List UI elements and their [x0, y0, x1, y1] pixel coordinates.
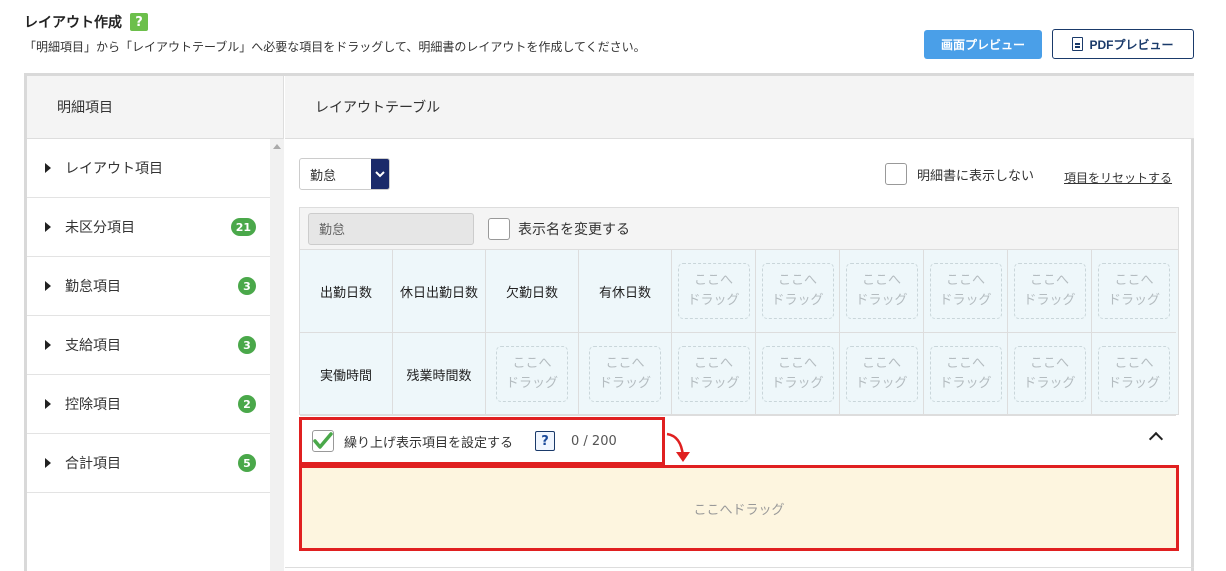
count-badge: 5	[238, 454, 256, 472]
drop-target[interactable]: ここへ ドラッグ	[761, 263, 834, 319]
table-cell-empty: ここへ ドラッグ	[486, 333, 579, 416]
sidebar-item-label: 未区分項目	[65, 220, 135, 236]
count-badge: 2	[238, 395, 256, 413]
drop-target[interactable]: ここへ ドラッグ	[677, 346, 750, 402]
category-select[interactable]: 勤怠	[299, 158, 390, 190]
table-cell-empty: ここへ ドラッグ	[1092, 333, 1176, 416]
drop-target[interactable]: ここへ ドラッグ	[845, 346, 918, 402]
caret-right-icon	[45, 163, 51, 173]
drop-target[interactable]: ここへ ドラッグ	[845, 263, 918, 319]
table-cell-empty: ここへ ドラッグ	[672, 250, 756, 333]
sidebar-item[interactable]: レイアウト項目	[27, 139, 270, 198]
screen-preview-button[interactable]: 画面プレビュー	[924, 30, 1042, 59]
pdf-preview-button[interactable]: PDFプレビュー	[1052, 29, 1194, 59]
count-badge: 21	[230, 218, 256, 236]
help-icon[interactable]: ?	[535, 431, 556, 451]
category-select-value: 勤怠	[310, 168, 337, 184]
sidebar-item-label: 支給項目	[65, 338, 121, 354]
layout-grid: 出勤日数 休日出勤日数 欠勤日数 有休日数 ここへ ドラッグ ここへ ドラッグ ここへ ドラ…	[300, 250, 1178, 416]
table-cell: 実働時間	[300, 333, 393, 416]
detail-items-list: レイアウト項目 未区分項目 21 勤怠項目 3 支給項目 3 控除項目 2 合計項目 5	[27, 139, 283, 493]
table-cell-empty: ここへ ドラッグ	[840, 333, 924, 416]
rename-toggle[interactable]: 表示名を変更する	[488, 217, 630, 240]
table-cell-empty: ここへ ドラッグ	[579, 333, 672, 416]
layout-table-heading: レイアウトテーブル	[285, 76, 1194, 139]
table-cell: 有休日数	[579, 250, 672, 333]
sidebar-item[interactable]: 勤怠項目 3	[27, 257, 270, 316]
page-description: 「明細項目」から「レイアウトテーブル」へ必要な項目をドラッグして、明細書のレイア…	[24, 40, 646, 54]
collapse-chevron-up-icon[interactable]	[1148, 431, 1164, 447]
sidebar-item-label: 控除項目	[65, 397, 121, 413]
page-title: レイアウト作成	[24, 15, 122, 31]
caret-right-icon	[45, 281, 51, 291]
caret-right-icon	[45, 458, 51, 468]
layout-table: 勤怠 表示名を変更する 出勤日数 休日出勤日数 欠勤日数 有休日数 ここへ ドラッグ ここ…	[299, 207, 1179, 416]
pointer-arrow-icon	[666, 432, 690, 462]
drop-target[interactable]: ここへ ドラッグ	[929, 346, 1002, 402]
sidebar-item[interactable]: 未区分項目 21	[27, 198, 270, 257]
scrollbar[interactable]	[270, 139, 284, 571]
table-cell-empty: ここへ ドラッグ	[840, 250, 924, 333]
drop-target[interactable]: ここへ ドラッグ	[761, 346, 834, 402]
table-cell-empty: ここへ ドラッグ	[1008, 333, 1092, 416]
divider	[285, 567, 1194, 568]
help-icon[interactable]: ?	[130, 13, 148, 31]
table-cell: 休日出勤日数	[393, 250, 486, 333]
drop-target[interactable]: ここへ ドラッグ	[1013, 346, 1086, 402]
roundup-label: 繰り上げ表示項目を設定する	[344, 435, 514, 451]
roundup-count: 0 / 200	[571, 433, 617, 449]
check-icon	[313, 432, 333, 449]
hide-on-statement-toggle[interactable]: 明細書に表示しない	[885, 163, 1034, 185]
table-cell: 出勤日数	[300, 250, 393, 333]
hide-label: 明細書に表示しない	[917, 168, 1035, 184]
drop-target[interactable]: ここへ ドラッグ	[1098, 263, 1170, 319]
drop-target[interactable]: ここへ ドラッグ	[589, 346, 661, 402]
sidebar-item[interactable]: 支給項目 3	[27, 316, 270, 375]
caret-right-icon	[45, 222, 51, 232]
table-cell-empty: ここへ ドラッグ	[924, 250, 1008, 333]
rename-checkbox[interactable]	[488, 217, 510, 240]
drop-target[interactable]: ここへ ドラッグ	[496, 346, 568, 402]
roundup-dropzone[interactable]: ここへドラッグ	[299, 465, 1179, 551]
hide-checkbox[interactable]	[885, 163, 907, 185]
table-header-row: 勤怠 表示名を変更する	[300, 208, 1178, 250]
count-badge: 3	[238, 336, 256, 354]
document-icon	[1072, 37, 1084, 51]
caret-right-icon	[45, 399, 51, 409]
drop-target[interactable]: ここへ ドラッグ	[929, 263, 1002, 319]
table-cell: 欠勤日数	[486, 250, 579, 333]
rename-label: 表示名を変更する	[518, 221, 630, 238]
display-name-field[interactable]: 勤怠	[308, 212, 474, 245]
table-cell-empty: ここへ ドラッグ	[672, 333, 756, 416]
sidebar-item-label: 勤怠項目	[65, 279, 121, 295]
detail-items-heading: 明細項目	[27, 76, 283, 139]
layout-editor: 明細項目 レイアウト項目 未区分項目 21 勤怠項目 3 支給項目 3 控除項目 2 合計項目 5 …	[24, 73, 1194, 571]
sidebar-item[interactable]: 控除項目 2	[27, 375, 270, 434]
sidebar-item-label: 合計項目	[65, 456, 121, 472]
table-cell: 残業時間数	[393, 333, 486, 416]
pdf-preview-label: PDFプレビュー	[1089, 37, 1174, 52]
drop-target[interactable]: ここへ ドラッグ	[1098, 346, 1170, 402]
drop-target[interactable]: ここへ ドラッグ	[1013, 263, 1086, 319]
table-cell-empty: ここへ ドラッグ	[924, 333, 1008, 416]
sidebar-item[interactable]: 合計項目 5	[27, 434, 270, 493]
roundup-checkbox[interactable]	[312, 430, 334, 452]
sidebar-item-label: レイアウト項目	[65, 161, 163, 177]
caret-right-icon	[45, 340, 51, 350]
layout-table-panel: レイアウトテーブル 勤怠 明細書に表示しない 項目をリセットする 勤怠 表示名を…	[285, 76, 1194, 571]
table-cell-empty: ここへ ドラッグ	[1092, 250, 1176, 333]
count-badge: 3	[238, 277, 256, 295]
page-header: レイアウト作成 ? 「明細項目」から「レイアウトテーブル」へ必要な項目をドラッグ…	[24, 12, 646, 55]
detail-items-panel: 明細項目 レイアウト項目 未区分項目 21 勤怠項目 3 支給項目 3 控除項目 2 合計項目 5	[27, 76, 284, 571]
roundup-settings: 繰り上げ表示項目を設定する ? 0 / 200	[299, 417, 665, 465]
table-cell-empty: ここへ ドラッグ	[756, 333, 840, 416]
scroll-up-icon[interactable]	[273, 144, 281, 149]
table-cell-empty: ここへ ドラッグ	[756, 250, 840, 333]
table-cell-empty: ここへ ドラッグ	[1008, 250, 1092, 333]
chevron-down-icon[interactable]	[371, 159, 389, 189]
reset-items-link[interactable]: 項目をリセットする	[1064, 169, 1172, 186]
drop-target[interactable]: ここへ ドラッグ	[677, 263, 750, 319]
